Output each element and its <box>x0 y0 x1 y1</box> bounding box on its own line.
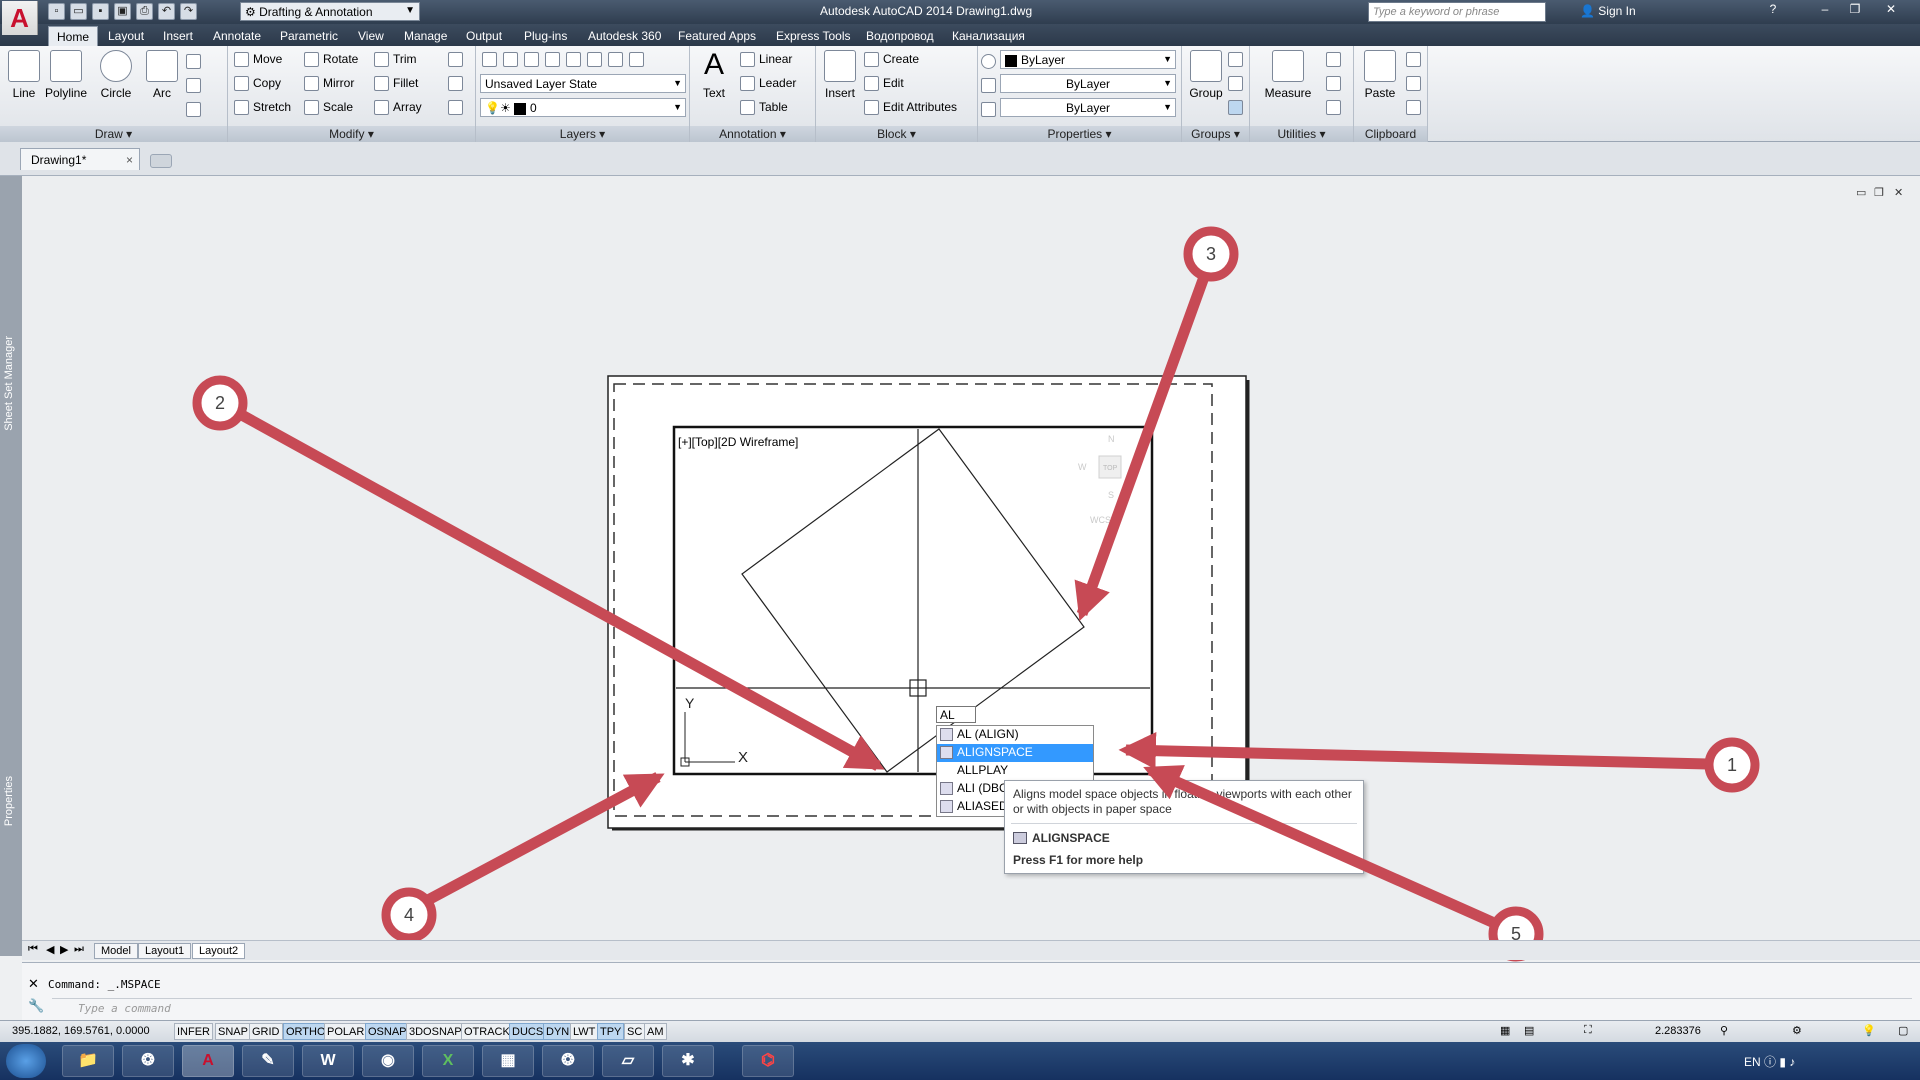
status-toggle-snap[interactable]: SNAP <box>215 1023 251 1040</box>
status-toggle-sc[interactable]: SC <box>624 1023 646 1040</box>
callout-arrow-3 <box>1074 275 1210 622</box>
autocad-taskbar-icon[interactable]: A <box>182 1045 234 1077</box>
layout-nav-next-icon[interactable]: ▶ <box>60 943 68 956</box>
status-toggle-osnap[interactable]: OSNAP <box>365 1023 410 1040</box>
callout-arrow-2 <box>237 409 885 771</box>
layout-tab-bar: ⏮ ◀ ▶ ⏭ Model Layout1 Layout2 <box>22 940 1920 960</box>
callout-arrow-4 <box>425 772 665 905</box>
quick-view-layouts-icon[interactable]: ▤ <box>1524 1024 1534 1037</box>
status-toggle-ortho[interactable]: ORTHO <box>283 1023 329 1040</box>
language-indicator[interactable]: EN <box>1744 1055 1761 1069</box>
folder-taskbar-icon[interactable]: ▱ <box>602 1045 654 1077</box>
status-toggle-tpy[interactable]: TPY <box>597 1023 625 1040</box>
status-toggle-otrack[interactable]: OTRACK <box>461 1023 513 1040</box>
excel-taskbar-icon[interactable]: X <box>422 1045 474 1077</box>
layout-tab-layout2[interactable]: Layout2 <box>192 943 246 959</box>
network-tray-icon[interactable]: ▮ <box>1779 1055 1789 1069</box>
command-line: ✕ 🔧 Command: _.MSPACE Type a command <box>22 962 1920 1020</box>
help-tray-icon[interactable]: ⓘ <box>1764 1055 1779 1069</box>
callout-overlay: 1 2 3 4 5 <box>192 226 1760 962</box>
status-bar: 395.1882, 169.5761, 0.0000 INFER SNAP GRID… <box>0 1020 1920 1042</box>
workspace-switch-icon[interactable]: ⚙ <box>1792 1024 1802 1037</box>
callout-number-1: 1 <box>1727 755 1737 775</box>
volume-icon[interactable]: ♪ <box>1789 1055 1795 1069</box>
callout-number-3: 3 <box>1206 244 1216 264</box>
maximize-viewport-icon[interactable]: ⛶ <box>1584 1024 1592 1037</box>
autocad-logo-icon: A <box>10 2 29 33</box>
explorer-taskbar-icon[interactable]: 📁 <box>62 1045 114 1077</box>
clean-screen-icon[interactable]: ▢ <box>1898 1024 1908 1037</box>
layout-tab-model[interactable]: Model <box>94 943 138 959</box>
status-toggle-polar[interactable]: POLAR <box>324 1023 368 1040</box>
callout-number-2: 2 <box>215 393 225 413</box>
status-toggle-am[interactable]: AM <box>644 1023 667 1040</box>
status-toggle-infer[interactable]: INFER <box>174 1023 213 1040</box>
word-taskbar-icon[interactable]: W <box>302 1045 354 1077</box>
model-space-icon[interactable]: ▦ <box>1500 1024 1510 1037</box>
calculator-taskbar-icon[interactable]: ▦ <box>482 1045 534 1077</box>
application-menu-button[interactable]: A <box>2 1 38 35</box>
annotation-visibility-icon[interactable]: ⚲ <box>1720 1024 1728 1037</box>
layout-tab-layout1[interactable]: Layout1 <box>138 943 192 959</box>
system-tray: EN ⓘ ▮ ♪ <box>1744 1053 1795 1070</box>
status-toggle-lwt[interactable]: LWT <box>570 1023 599 1040</box>
status-toggle-dyn[interactable]: DYN <box>543 1023 573 1040</box>
windows-taskbar: 📁 ❂ A ✎ W ◉ X ▦ ❂ ▱ ✱ ⌬ EN ⓘ ▮ ♪ <box>0 1042 1920 1080</box>
wrench-icon[interactable]: 🔧 <box>28 999 44 1014</box>
cursor-coordinates: 395.1882, 169.5761, 0.0000 <box>12 1025 150 1037</box>
chrome-taskbar-icon[interactable]: ◉ <box>362 1045 414 1077</box>
layout-nav-prev-icon[interactable]: ◀ <box>46 943 54 956</box>
close-icon[interactable]: ✕ <box>28 977 39 992</box>
network-taskbar-icon[interactable]: ❂ <box>122 1045 174 1077</box>
notepad-taskbar-icon[interactable]: ✎ <box>242 1045 294 1077</box>
annotation-scale[interactable]: 2.283376 <box>1655 1025 1701 1037</box>
layout-nav-first-icon[interactable]: ⏮ <box>28 943 38 956</box>
callout-arrow-5 <box>1143 764 1495 928</box>
command-input[interactable]: Type a command <box>52 998 1912 1018</box>
callout-arrow-1 <box>1118 732 1709 770</box>
paint-taskbar-icon[interactable]: ✱ <box>662 1045 714 1077</box>
lightbulb-icon[interactable]: 💡 <box>1862 1024 1876 1037</box>
start-button[interactable] <box>6 1044 46 1078</box>
layout-nav-last-icon[interactable]: ⏭ <box>74 943 84 956</box>
status-toggle-ducs[interactable]: DUCS <box>509 1023 547 1040</box>
callout-number-4: 4 <box>404 905 414 925</box>
acrobat-taskbar-icon[interactable]: ⌬ <box>742 1045 794 1077</box>
status-toggle-3dosnap[interactable]: 3DOSNAP <box>406 1023 465 1040</box>
network2-taskbar-icon[interactable]: ❂ <box>542 1045 594 1077</box>
status-toggle-grid[interactable]: GRID <box>249 1023 283 1040</box>
command-history: Command: _.MSPACE <box>48 978 161 991</box>
